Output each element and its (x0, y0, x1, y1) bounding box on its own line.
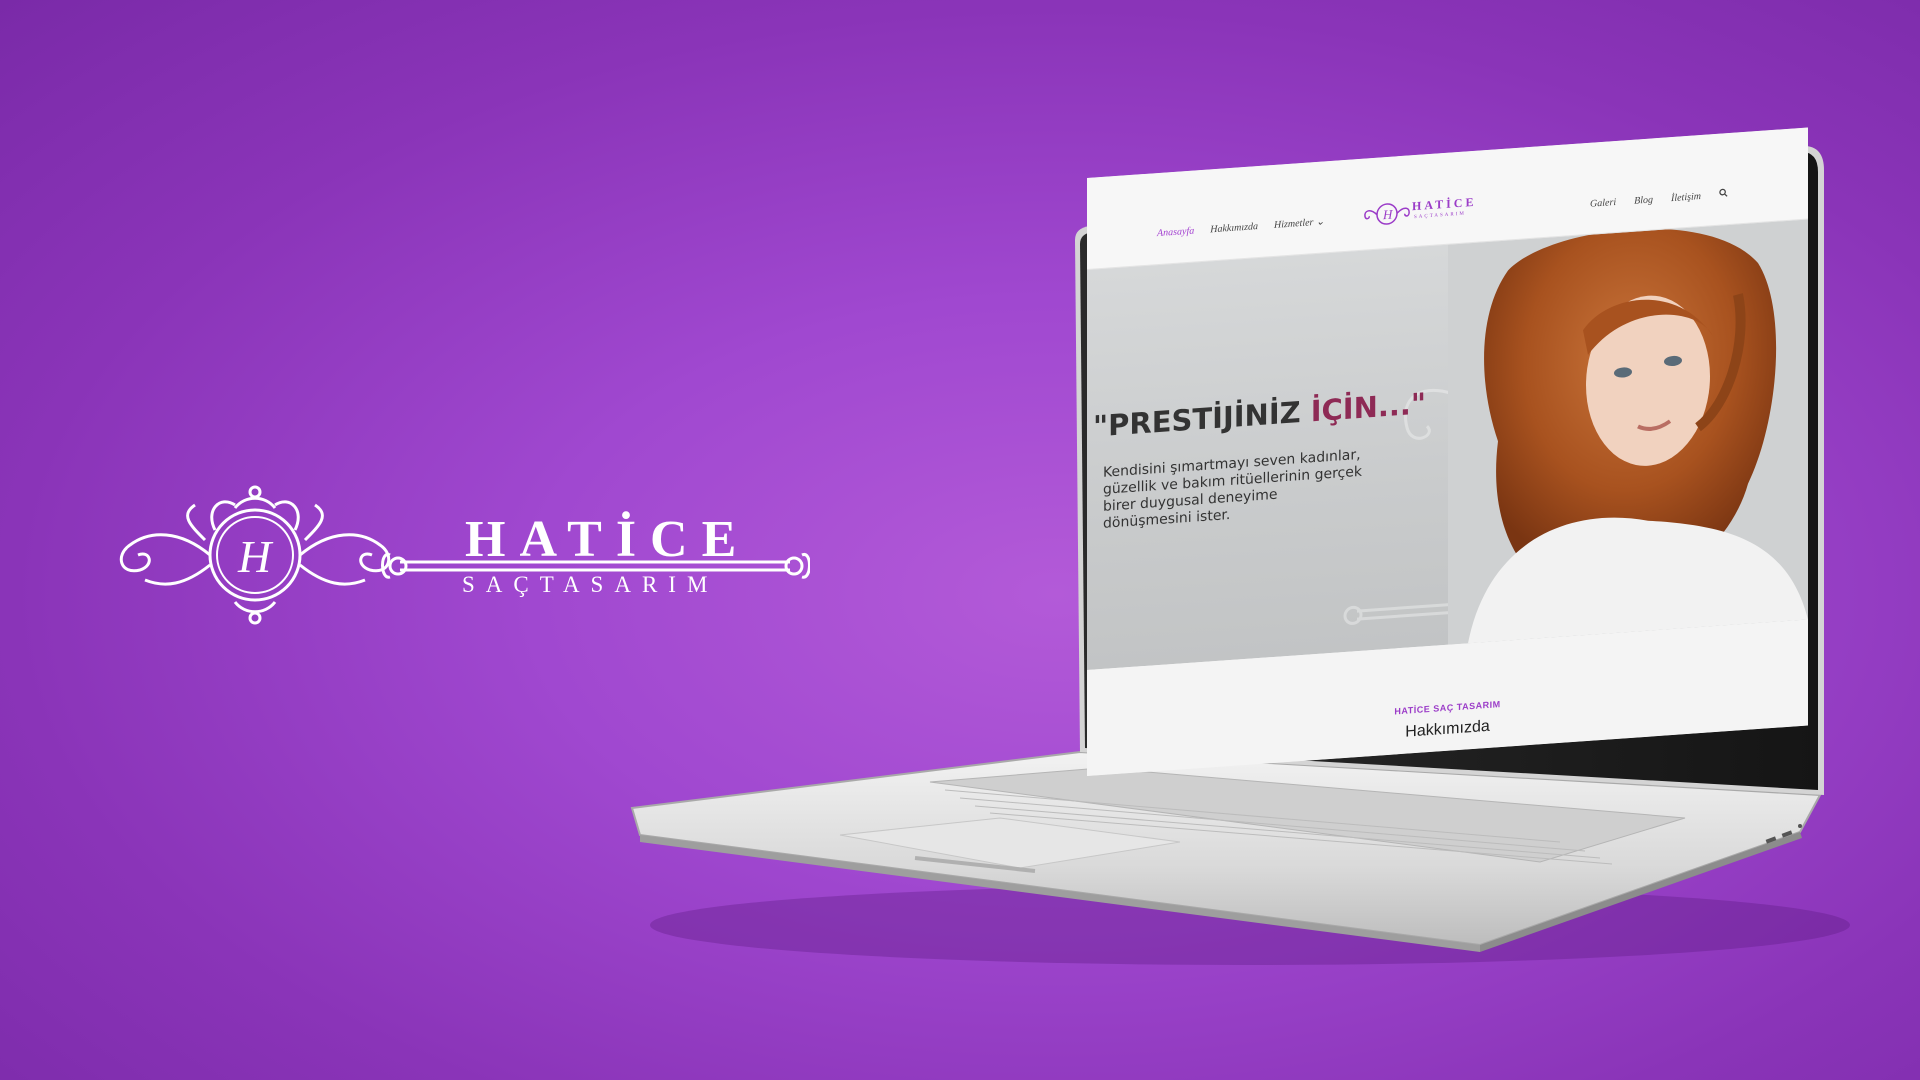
site-logo-ornament-icon: H (1364, 203, 1410, 225)
nav-item-anasayfa[interactable]: Anasayfa (1157, 225, 1194, 239)
search-icon[interactable] (1719, 188, 1728, 201)
nav-item-hakkimizda[interactable]: Hakkımızda (1210, 221, 1258, 235)
site-logo[interactable]: H HATİCE SAÇTASARIM (1362, 189, 1497, 238)
laptop-screen: Anasayfa Hakkımızda Hizmetler ⌄ H HATİCE… (1087, 127, 1808, 776)
nav-item-hizmetler[interactable]: Hizmetler ⌄ (1274, 216, 1324, 231)
hero-headline-main: "PRESTİJİNİZ (1093, 394, 1311, 444)
nav-right: Galeri Blog İletişim (1590, 188, 1728, 210)
hero-photo (1448, 219, 1808, 645)
nav-item-galeri[interactable]: Galeri (1590, 196, 1616, 209)
site-logo-monogram: H (1382, 207, 1393, 223)
site-logo-title: HATİCE (1412, 194, 1477, 214)
nav-item-blog[interactable]: Blog (1634, 194, 1653, 206)
nav-left: Anasayfa Hakkımızda Hizmetler ⌄ (1157, 216, 1324, 239)
hero-section: "PRESTİJİNİZ İÇİN..." Kendisini şımartma… (1087, 219, 1808, 670)
nav-item-iletisim[interactable]: İletişim (1671, 191, 1701, 204)
